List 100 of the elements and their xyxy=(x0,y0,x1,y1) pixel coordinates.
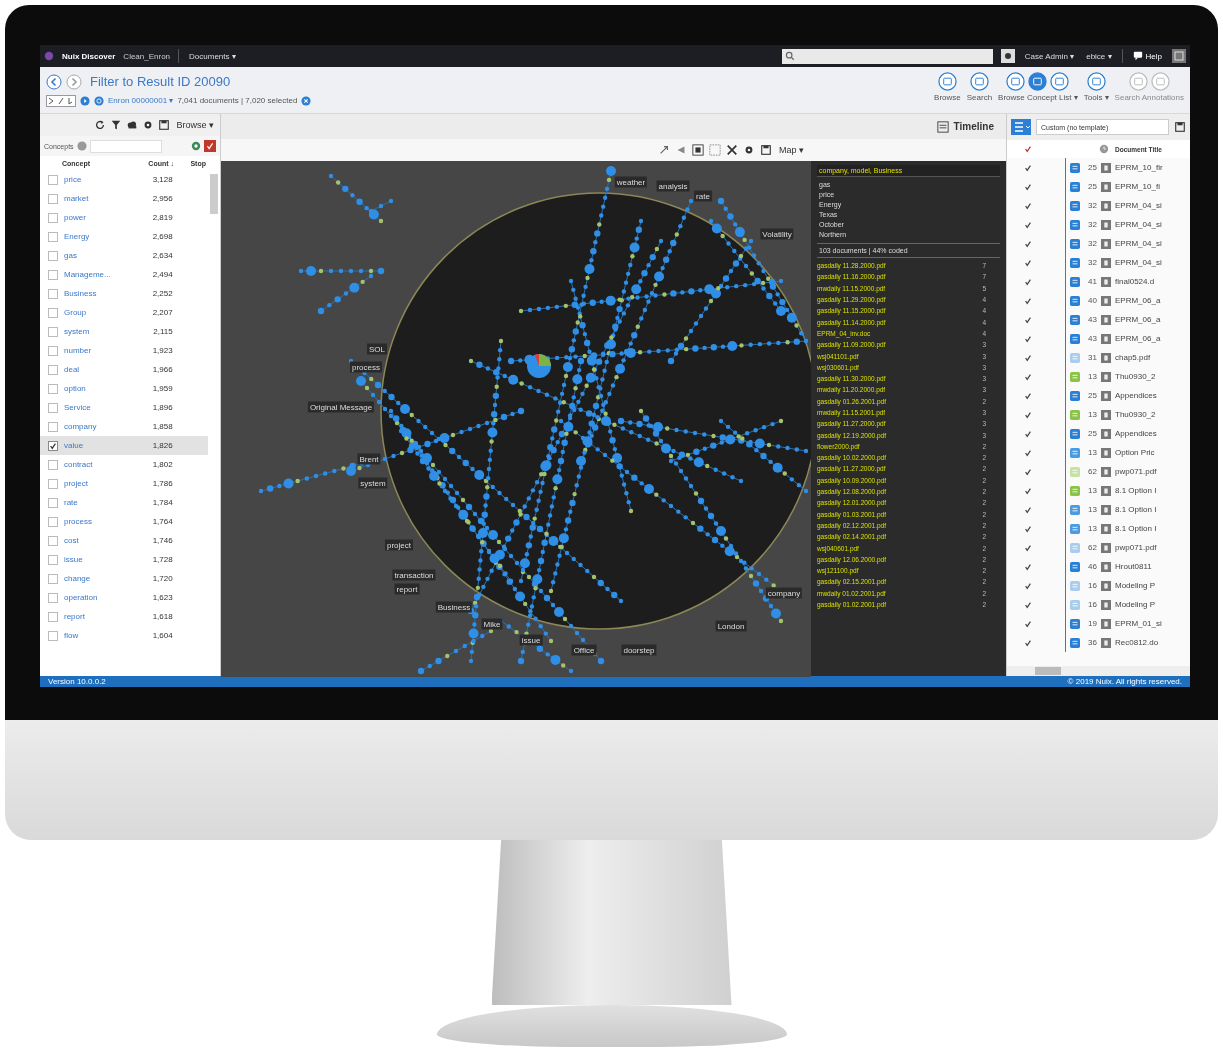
toolbar-button[interactable]: Search xyxy=(966,72,993,102)
node-label[interactable]: weather xyxy=(614,176,648,188)
document-title[interactable]: Modeling P xyxy=(1115,581,1156,590)
concept-link[interactable]: Service xyxy=(64,403,134,412)
document-title[interactable]: EPRM_01_si xyxy=(1115,619,1162,628)
documents-menu[interactable]: Documents ▾ xyxy=(187,51,238,61)
concept-link[interactable]: value xyxy=(64,441,134,450)
document-title[interactable]: EPRM_06_a xyxy=(1115,296,1161,305)
document-title[interactable]: EPRM_10_fi xyxy=(1115,182,1160,191)
node-label[interactable]: analysis xyxy=(656,180,690,192)
concept-link[interactable]: rate xyxy=(64,498,134,507)
concept-link[interactable]: Manageme... xyxy=(64,270,134,279)
concept-row[interactable]: project 1,786 xyxy=(40,474,208,493)
node-label[interactable]: transaction xyxy=(392,569,436,581)
concept-link[interactable]: Energy xyxy=(64,232,134,241)
concept-link[interactable]: project xyxy=(64,479,134,488)
concept-link[interactable]: market xyxy=(64,194,134,203)
concept-link[interactable]: price xyxy=(64,175,134,184)
source-link[interactable]: Enron 00000001 ▾ xyxy=(108,96,174,105)
user-menu[interactable]: ebice ▾ xyxy=(1084,51,1114,61)
concept-link[interactable]: flow xyxy=(64,631,134,640)
concept-row[interactable]: option 1,959 xyxy=(40,379,208,398)
document-title[interactable]: final0524.d xyxy=(1115,277,1155,286)
node-label[interactable]: Original Message xyxy=(307,401,375,413)
help-button[interactable]: Help xyxy=(1130,51,1164,61)
concept-row[interactable]: Service 1,896 xyxy=(40,398,208,417)
document-title[interactable]: EPRM_04_si xyxy=(1115,239,1162,248)
concept-link[interactable]: option xyxy=(64,384,134,393)
concept-link[interactable]: cost xyxy=(64,536,134,545)
node-label[interactable]: report xyxy=(394,583,420,595)
node-label[interactable]: Business xyxy=(435,601,473,613)
concept-row[interactable]: value 1,826 xyxy=(40,436,208,455)
concept-link[interactable]: deal xyxy=(64,365,134,374)
toolbar-button[interactable]: Browse Concept List ▾ xyxy=(998,72,1078,102)
node-label[interactable]: issue xyxy=(519,634,543,646)
concept-link[interactable]: report xyxy=(64,612,134,621)
concept-link[interactable]: contract xyxy=(64,460,134,469)
node-label[interactable]: Mike xyxy=(481,618,503,630)
concept-row[interactable]: gas 2,634 xyxy=(40,246,208,265)
concept-row[interactable]: issue 1,728 xyxy=(40,550,208,569)
concept-link[interactable]: process xyxy=(64,517,134,526)
concept-row[interactable]: deal 1,966 xyxy=(40,360,208,379)
toolbar-button[interactable]: Tools ▾ xyxy=(1083,72,1109,102)
document-title[interactable]: Appendices xyxy=(1115,429,1157,438)
document-title[interactable]: 8.1 Option I xyxy=(1115,486,1157,495)
document-title[interactable]: Thu0930_2 xyxy=(1115,372,1156,381)
concept-row[interactable]: process 1,764 xyxy=(40,512,208,531)
concept-map[interactable]: weather analysis rate Volatility SOL process Original Message Brent system project transaction report Business Mike issue Office doorstep London company xyxy=(221,161,811,677)
document-title[interactable]: EPRM_04_si xyxy=(1115,258,1162,267)
concept-link[interactable]: issue xyxy=(64,555,134,564)
node-label[interactable]: SOL xyxy=(367,343,387,355)
document-title[interactable]: EPRM_04_si xyxy=(1115,201,1162,210)
concept-row[interactable]: Business 2,252 xyxy=(40,284,208,303)
node-label[interactable]: doorstep xyxy=(621,644,657,656)
concept-row[interactable]: flow 1,604 xyxy=(40,626,208,645)
browse-menu[interactable]: Browse ▾ xyxy=(174,120,216,130)
concept-row[interactable]: company 1,858 xyxy=(40,417,208,436)
concept-link[interactable]: power xyxy=(64,213,134,222)
document-title[interactable]: 8.1 Option I xyxy=(1115,505,1157,514)
document-title[interactable]: EPRM_10_fir xyxy=(1115,163,1163,172)
document-title[interactable]: Modeling P xyxy=(1115,600,1156,609)
concept-row[interactable]: operation 1,623 xyxy=(40,588,208,607)
concept-row[interactable]: report 1,618 xyxy=(40,607,208,626)
node-label[interactable]: Brent xyxy=(357,453,381,465)
node-label[interactable]: process xyxy=(350,361,382,373)
concept-row[interactable]: number 1,923 xyxy=(40,341,208,360)
document-title[interactable]: 8.1 Option I xyxy=(1115,524,1157,533)
concept-row[interactable]: power 2,819 xyxy=(40,208,208,227)
node-label[interactable]: system xyxy=(358,477,388,489)
document-title[interactable]: EPRM_06_a xyxy=(1115,315,1161,324)
concept-link[interactable]: company xyxy=(64,422,134,431)
concept-link[interactable]: change xyxy=(64,574,134,583)
concept-link[interactable]: system xyxy=(64,327,134,336)
concept-row[interactable]: change 1,720 xyxy=(40,569,208,588)
document-title[interactable]: EPRM_06_a xyxy=(1115,334,1161,343)
document-title[interactable]: Hrout0811 xyxy=(1115,562,1152,571)
concept-row[interactable]: market 2,956 xyxy=(40,189,208,208)
node-label[interactable]: Volatility xyxy=(760,228,794,240)
node-label[interactable]: London xyxy=(715,620,747,632)
concept-link[interactable]: Group xyxy=(64,308,134,317)
concept-link[interactable]: Business xyxy=(64,289,134,298)
document-title[interactable]: EPRM_04_si xyxy=(1115,220,1162,229)
concept-row[interactable]: price 3,128 xyxy=(40,170,208,189)
node-label[interactable]: project xyxy=(385,539,413,551)
node-label[interactable]: Office xyxy=(571,644,597,656)
document-title[interactable]: Rec0812.do xyxy=(1115,638,1159,647)
document-title[interactable]: pwp071.pdf xyxy=(1115,543,1157,552)
view-menu[interactable]: Map ▾ xyxy=(777,145,806,155)
concept-row[interactable]: cost 1,746 xyxy=(40,531,208,550)
concept-link[interactable]: number xyxy=(64,346,134,355)
document-title[interactable]: Option Pric xyxy=(1115,448,1155,457)
concept-row[interactable]: system 2,115 xyxy=(40,322,208,341)
toolbar-button[interactable]: Browse xyxy=(934,72,961,102)
concept-link[interactable]: gas xyxy=(64,251,134,260)
concept-row[interactable]: Manageme... 2,494 xyxy=(40,265,208,284)
concept-row[interactable]: Energy 2,698 xyxy=(40,227,208,246)
concept-row[interactable]: rate 1,784 xyxy=(40,493,208,512)
concept-row[interactable]: contract 1,802 xyxy=(40,455,208,474)
timeline-tab[interactable]: Timeline xyxy=(953,121,994,132)
case-name[interactable]: Clean_Enron xyxy=(123,51,171,61)
